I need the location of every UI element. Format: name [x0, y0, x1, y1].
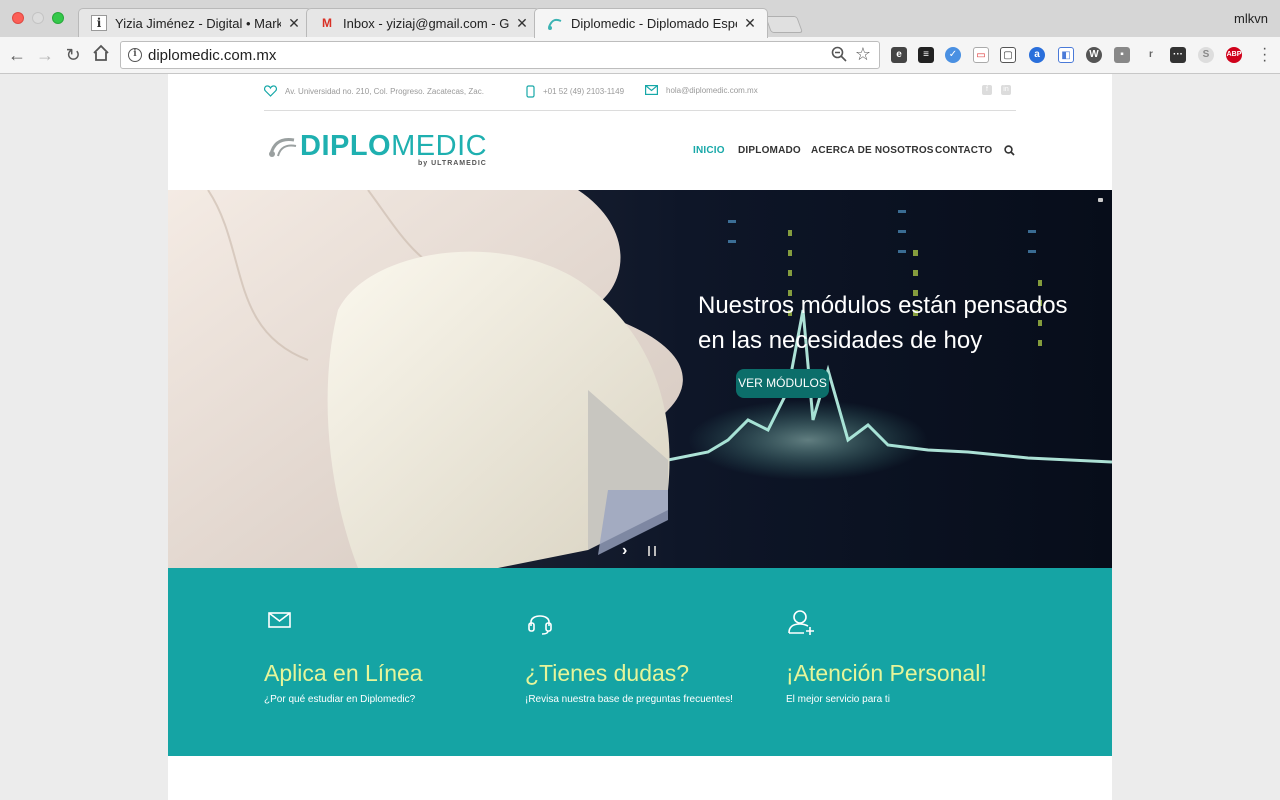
search-icon[interactable]: [1004, 143, 1015, 161]
web-page: Av. Universidad no. 210, Col. Progreso. …: [168, 74, 1112, 800]
nav-inicio[interactable]: INICIO: [693, 145, 725, 156]
envelope-icon: [645, 85, 658, 95]
logo-wordmark: DIPLOMEDIC: [300, 130, 488, 162]
email-info: hola@diplomedic.com.mx: [645, 85, 758, 95]
close-tab-icon[interactable]: ✕: [287, 15, 301, 32]
url-text[interactable]: diplomedic.com.mx: [148, 47, 276, 64]
back-arrow-icon[interactable]: ←: [6, 44, 28, 66]
close-tab-icon[interactable]: ✕: [743, 15, 757, 32]
hero-headline: Nuestros módulos están pensados en las n…: [698, 292, 1068, 354]
email-text[interactable]: hola@diplomedic.com.mx: [666, 86, 758, 95]
nav-diplomado[interactable]: DIPLOMADO: [738, 145, 801, 156]
feature-title: ¿Tienes dudas?: [525, 660, 690, 686]
mobile-phone-icon: [526, 85, 535, 98]
feature-title: ¡Atención Personal!: [786, 660, 987, 686]
heart-icon: [264, 85, 277, 97]
hero-background-image: [168, 190, 1112, 568]
maximize-window-button[interactable]: [52, 12, 64, 24]
address-bar[interactable]: i diplomedic.com.mx ☆: [120, 41, 880, 69]
skype-extension-icon[interactable]: S: [1198, 47, 1214, 63]
buffer-extension-icon[interactable]: ≡: [918, 47, 934, 63]
facebook-icon[interactable]: f: [982, 85, 992, 95]
stethoscope-logo-icon: [269, 138, 297, 157]
profile-name[interactable]: mlkvn: [1234, 11, 1268, 26]
reader-extension-icon[interactable]: ◧: [1058, 47, 1074, 63]
minimize-window-button[interactable]: [32, 12, 44, 24]
tab-title: Yizia Jiménez - Digital • Marke: [115, 15, 281, 31]
browser-tab[interactable]: M Inbox - yiziaj@gmail.com - Gm ✕: [306, 8, 540, 37]
logo-tagline: by ULTRAMEDIC: [418, 160, 487, 167]
ver-modulos-button[interactable]: VER MÓDULOS: [736, 369, 829, 398]
slider-indicator[interactable]: [1098, 198, 1103, 202]
r-extension-icon[interactable]: r: [1143, 47, 1159, 63]
reload-icon[interactable]: ↻: [62, 44, 84, 66]
info-favicon-icon: i: [91, 15, 107, 31]
forward-arrow-icon[interactable]: →: [34, 44, 56, 66]
new-tab-button[interactable]: [764, 16, 804, 33]
adblock-plus-extension-icon[interactable]: ABP: [1226, 47, 1242, 63]
feature-subtitle: ¡Revisa nuestra base de preguntas frecue…: [525, 694, 733, 705]
feature-subtitle: ¿Por qué estudiar en Diplomedic?: [264, 694, 416, 705]
slider-pause-icon[interactable]: [648, 546, 656, 556]
headset-icon: [525, 608, 555, 641]
address-text: Av. Universidad no. 210, Col. Progreso. …: [285, 86, 484, 96]
envelope-icon: [264, 608, 292, 635]
browser-toolbar: ← → ↻ i diplomedic.com.mx ☆ e ≡ ✓ ▭ ▢ a …: [0, 37, 1280, 74]
todoist-extension-icon[interactable]: ✓: [945, 47, 961, 63]
contact-topbar: Av. Universidad no. 210, Col. Progreso. …: [264, 74, 1016, 111]
zoom-icon[interactable]: [831, 46, 847, 66]
address-info: Av. Universidad no. 210, Col. Progreso. …: [264, 85, 484, 97]
close-window-button[interactable]: [12, 12, 24, 24]
close-tab-icon[interactable]: ✕: [515, 15, 529, 32]
features-strip: Aplica en Línea ¿Por qué estudiar en Dip…: [168, 568, 1112, 756]
stethoscope-favicon-icon: [547, 16, 563, 32]
bookmark-star-icon[interactable]: ☆: [855, 44, 871, 65]
tab-title: Diplomedic - Diplomado Espec: [571, 16, 737, 31]
browser-tab-active[interactable]: Diplomedic - Diplomado Espec ✕: [534, 8, 768, 38]
gmail-favicon-icon: M: [322, 16, 332, 30]
home-icon[interactable]: [90, 44, 112, 66]
browser-titlebar: i Yizia Jiménez - Digital • Marke ✕ M In…: [0, 0, 1280, 38]
phone-text[interactable]: +01 52 (49) 2103-1149: [543, 87, 624, 96]
nav-acerca-de-nosotros[interactable]: ACERCA DE NOSOTROS: [811, 145, 934, 156]
pocket-extension-icon[interactable]: ▪: [1114, 47, 1130, 63]
add-user-icon: [786, 608, 816, 641]
amazon-assistant-extension-icon[interactable]: a: [1029, 47, 1045, 63]
slider-next-arrow-icon[interactable]: ›: [622, 542, 627, 560]
nav-contacto[interactable]: CONTACTO: [935, 145, 992, 156]
feature-title: Aplica en Línea: [264, 660, 423, 686]
linkedin-icon[interactable]: in: [1001, 85, 1011, 95]
browser-menu-icon[interactable]: · · ·: [1262, 41, 1267, 69]
phone-info: +01 52 (49) 2103-1149: [526, 85, 624, 98]
hero-slider: Nuestros módulos están pensados en las n…: [168, 190, 1112, 568]
screenshot-extension-icon[interactable]: ▢: [1000, 47, 1016, 63]
more-extension-icon[interactable]: ···: [1170, 47, 1186, 63]
site-info-icon[interactable]: i: [128, 48, 142, 62]
evernote-extension-icon[interactable]: e: [891, 47, 907, 63]
browser-tab[interactable]: i Yizia Jiménez - Digital • Marke ✕: [78, 8, 312, 37]
tab-title: Inbox - yiziaj@gmail.com - Gm: [343, 15, 509, 31]
wordpress-extension-icon[interactable]: W: [1086, 47, 1102, 63]
feature-subtitle: El mejor servicio para ti: [786, 694, 890, 705]
calendar-extension-icon[interactable]: ▭: [973, 47, 989, 63]
